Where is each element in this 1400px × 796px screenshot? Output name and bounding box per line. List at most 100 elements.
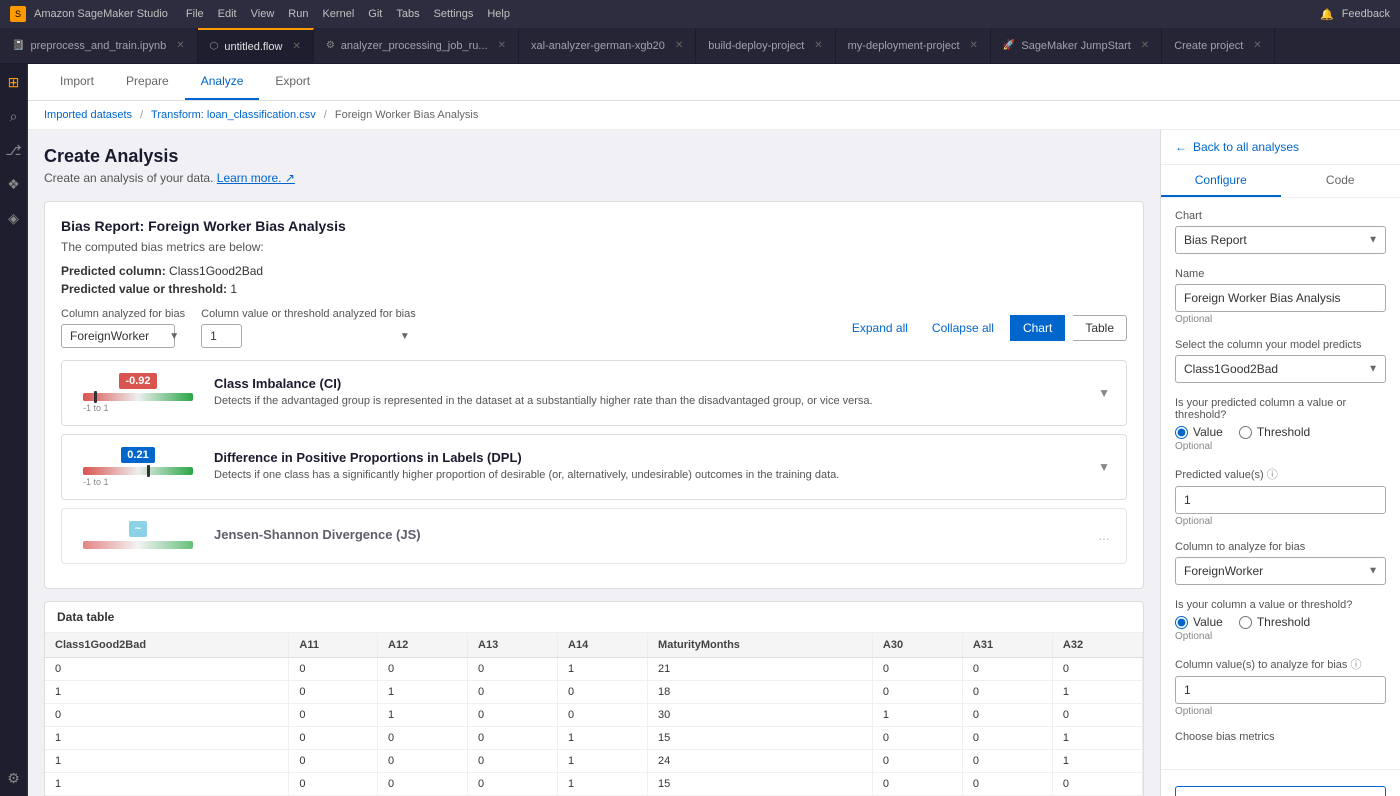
table-cell: 0 <box>962 750 1052 773</box>
column-values-input[interactable] <box>1175 676 1386 704</box>
metric-row-header-ci[interactable]: -0.92 -1 to 1 Class Imbalance (CI) <box>62 361 1126 425</box>
tab-xal-analyzer[interactable]: xal-analyzer-german-xgb20 ✕ <box>519 28 696 64</box>
collapse-all-button[interactable]: Collapse all <box>924 317 1002 339</box>
radio-threshold-input[interactable] <box>1239 426 1252 439</box>
select-arrow-icon: ▼ <box>400 331 410 342</box>
radio-value[interactable]: Value <box>1175 425 1223 439</box>
tab-analyzer[interactable]: ⚙ analyzer_processing_job_ru... ✕ <box>314 28 519 64</box>
radio-threshold[interactable]: Threshold <box>1239 425 1310 439</box>
table-cell: 15 <box>648 773 873 796</box>
main-layout: ⊞ ⌕ ⎇ ❖ ◈ ⚙ Import Prepare Analyze Expor… <box>0 64 1400 796</box>
col-header-1: A11 <box>289 633 378 658</box>
nav-tab-import[interactable]: Import <box>44 64 110 100</box>
column-type-radio-group: Value Threshold <box>1175 615 1386 629</box>
tab-code[interactable]: Code <box>1281 165 1400 197</box>
column-radio-threshold-input[interactable] <box>1239 616 1252 629</box>
radio-value-label: Value <box>1193 425 1223 439</box>
rp-column-bias-section: Column to analyze for bias ForeignWorker… <box>1175 541 1386 585</box>
notification-icon[interactable]: 🔔 <box>1320 8 1334 21</box>
tab-untitled-flow[interactable]: ⬡ untitled.flow ✕ <box>198 28 314 64</box>
chart-label: Chart <box>1175 210 1386 222</box>
menu-item-help[interactable]: Help <box>487 8 510 20</box>
nav-tab-prepare[interactable]: Prepare <box>110 64 185 100</box>
menu-item-kernel[interactable]: Kernel <box>322 8 354 20</box>
breadcrumb-link-2[interactable]: Transform: loan_classification.csv <box>151 109 316 121</box>
column-type-label: Is your column a value or threshold? <box>1175 599 1386 611</box>
files-icon[interactable]: ⊞ <box>4 72 24 92</box>
tab-close[interactable]: ✕ <box>1253 40 1261 51</box>
menu-item-settings[interactable]: Settings <box>434 8 474 20</box>
name-input[interactable] <box>1175 284 1386 312</box>
tab-close[interactable]: ✕ <box>498 40 506 51</box>
column-radio-threshold[interactable]: Threshold <box>1239 615 1310 629</box>
feedback-label[interactable]: Feedback <box>1342 8 1390 20</box>
divider <box>1161 769 1400 770</box>
tab-close[interactable]: ✕ <box>970 40 978 51</box>
chart-select[interactable]: Bias Report Feature Importance <box>1175 226 1386 254</box>
table-cell: 0 <box>872 658 962 681</box>
predicted-column-info: Predicted column: Class1Good2Bad <box>61 264 1127 278</box>
learn-more-link[interactable]: Learn more. ↗ <box>217 171 295 185</box>
rp-chart-section: Chart Bias Report Feature Importance ▼ <box>1175 210 1386 254</box>
menu-item-view[interactable]: View <box>251 8 275 20</box>
menu-item-edit[interactable]: Edit <box>218 8 237 20</box>
expand-all-button[interactable]: Expand all <box>844 317 916 339</box>
info-icon: ⓘ <box>1350 659 1361 671</box>
nav-tab-analyze[interactable]: Analyze <box>185 64 260 100</box>
data-table-wrapper[interactable]: Class1Good2Bad A11 A12 A13 A14 MaturityM… <box>45 633 1143 796</box>
tab-close[interactable]: ✕ <box>292 41 300 52</box>
tab-create-project[interactable]: Create project ✕ <box>1162 28 1274 64</box>
predicted-type-optional: Optional <box>1175 441 1386 452</box>
settings-icon[interactable]: ⚙ <box>4 768 24 788</box>
threshold-select[interactable]: 1 0 <box>201 324 242 348</box>
column-bias-select[interactable]: ForeignWorker Age <box>1175 557 1386 585</box>
tab-close[interactable]: ✕ <box>1141 40 1149 51</box>
right-panel: ← Back to all analyses Configure Code Ch… <box>1160 130 1400 796</box>
extensions-icon[interactable]: ❖ <box>4 174 24 194</box>
git-icon[interactable]: ⎇ <box>4 140 24 160</box>
name-optional: Optional <box>1175 314 1386 325</box>
tab-close[interactable]: ✕ <box>814 40 822 51</box>
nav-tab-export[interactable]: Export <box>259 64 326 100</box>
model-column-select-wrap: Class1Good2Bad ForeignWorker ▼ <box>1175 355 1386 383</box>
tab-close[interactable]: ✕ <box>176 40 184 51</box>
tab-preprocess[interactable]: 📓 preprocess_and_train.ipynb ✕ <box>0 28 198 64</box>
table-cell: 1 <box>558 773 648 796</box>
table-cell: 0 <box>289 773 378 796</box>
tab-close[interactable]: ✕ <box>675 40 683 51</box>
tab-build-deploy[interactable]: build-deploy-project ✕ <box>696 28 835 64</box>
check-bias-button[interactable]: Check for bias <box>1175 786 1386 796</box>
tab-label: build-deploy-project <box>708 40 804 52</box>
menu-item-git[interactable]: Git <box>368 8 382 20</box>
column-label: Column analyzed for bias <box>61 308 185 320</box>
menu-item-file[interactable]: File <box>186 8 204 20</box>
table-toggle-button[interactable]: Table <box>1073 315 1127 341</box>
model-column-select[interactable]: Class1Good2Bad ForeignWorker <box>1175 355 1386 383</box>
nodes-icon[interactable]: ◈ <box>4 208 24 228</box>
table-row: 1000124001 <box>45 750 1143 773</box>
metric-indicator-ci <box>94 391 97 403</box>
tab-my-deployment[interactable]: my-deployment-project ✕ <box>836 28 991 64</box>
metric-row-header-js[interactable]: ~ Jensen-Shannon Divergence (JS) … <box>62 509 1126 563</box>
metric-row-header-dpl[interactable]: 0.21 -1 to 1 Difference in Positive Prop… <box>62 435 1126 499</box>
menu-item-run[interactable]: Run <box>288 8 308 20</box>
col-header-2: A12 <box>378 633 468 658</box>
back-to-analyses[interactable]: ← Back to all analyses <box>1161 130 1400 165</box>
chart-toggle-button[interactable]: Chart <box>1010 315 1065 341</box>
tab-label: preprocess_and_train.ipynb <box>30 40 166 52</box>
predicted-values-input[interactable] <box>1175 486 1386 514</box>
search-icon[interactable]: ⌕ <box>4 106 24 126</box>
tab-jumpstart[interactable]: 🚀 SageMaker JumpStart ✕ <box>991 28 1162 64</box>
tab-configure[interactable]: Configure <box>1161 165 1281 197</box>
menu-item-tabs[interactable]: Tabs <box>396 8 419 20</box>
rp-column-type-section: Is your column a value or threshold? Val… <box>1175 599 1386 642</box>
column-select[interactable]: ForeignWorker Age <box>61 324 175 348</box>
info-icon: ⓘ <box>1267 469 1278 481</box>
radio-value-input[interactable] <box>1175 426 1188 439</box>
column-radio-value[interactable]: Value <box>1175 615 1223 629</box>
column-radio-value-input[interactable] <box>1175 616 1188 629</box>
col-header-5: MaturityMonths <box>648 633 873 658</box>
table-cell: 0 <box>468 750 558 773</box>
metric-desc-dpl: Detects if one class has a significantly… <box>214 468 1090 483</box>
breadcrumb-link-1[interactable]: Imported datasets <box>44 109 132 121</box>
